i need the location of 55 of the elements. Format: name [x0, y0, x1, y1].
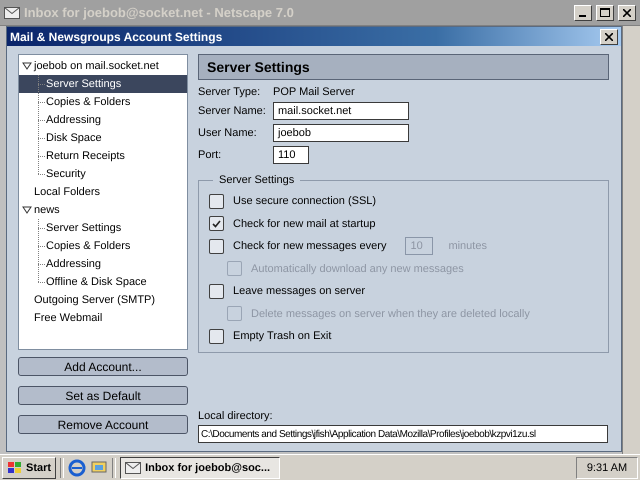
account-button[interactable]: Add Account... — [18, 357, 188, 376]
clock: 9:31 AM — [576, 456, 638, 478]
checkbox[interactable] — [209, 194, 224, 209]
checkbox-label[interactable]: Empty Trash on Exit — [233, 330, 332, 342]
account-button[interactable]: Remove Account — [18, 415, 188, 434]
tree-item[interactable]: Copies & Folders — [19, 93, 187, 111]
checkbox[interactable] — [209, 284, 224, 299]
tree-item[interactable]: Local Folders — [19, 183, 187, 201]
start-button[interactable]: Start — [2, 456, 56, 478]
tree-item[interactable]: Disk Space — [19, 129, 187, 147]
maximize-icon[interactable] — [596, 4, 614, 20]
envelope-icon — [125, 462, 142, 474]
field-label: Port: — [198, 149, 222, 161]
envelope-icon — [4, 6, 20, 18]
group-title: Server Settings — [218, 174, 296, 186]
checkbox[interactable] — [209, 238, 224, 254]
minimize-icon[interactable] — [574, 4, 592, 20]
text-field[interactable]: joebob — [273, 124, 409, 142]
tree-item[interactable]: Addressing — [19, 111, 187, 129]
checkbox[interactable] — [209, 328, 224, 344]
port-field[interactable]: 110 — [273, 146, 309, 164]
tree-item[interactable]: Return Receipts — [19, 147, 187, 165]
unit-label: minutes — [448, 240, 487, 252]
directory-field[interactable]: C:\Documents and Settings\jfish\Application Data\Mozilla\Profiles\joebob\kzpvi1zu.sl — [198, 425, 608, 443]
tree-item[interactable]: Server Settings — [19, 219, 187, 237]
panel-header: Server Settings — [198, 54, 609, 80]
text-field[interactable]: mail.socket.net — [273, 102, 409, 120]
close-icon[interactable] — [618, 4, 636, 20]
checkbox-label[interactable]: Check for new messages every — [233, 240, 386, 252]
tree-item[interactable]: Outgoing Server (SMTP) — [19, 291, 187, 309]
checkbox[interactable] — [209, 216, 224, 232]
field-label: User Name: — [198, 127, 258, 139]
taskbar-button[interactable]: Inbox for joebob@soc... — [120, 456, 280, 478]
tree-item[interactable]: Addressing — [19, 255, 187, 273]
tree-item[interactable]: news — [19, 201, 187, 219]
expander-icon[interactable] — [22, 206, 32, 214]
close-icon[interactable] — [600, 28, 618, 44]
checkbox-label[interactable]: Check for new mail at startup — [233, 218, 376, 230]
tree-item[interactable]: joebob on mail.socket.net — [19, 57, 187, 75]
field-label: Server Name: — [198, 105, 267, 117]
flag-icon — [7, 460, 23, 474]
tree-item[interactable]: Free Webmail — [19, 309, 187, 327]
tree-item[interactable]: Offline & Disk Space — [19, 273, 187, 291]
field-label: Server Type: — [198, 86, 262, 98]
checkbox-label[interactable]: Leave messages on server — [233, 285, 366, 298]
field-label: Local directory: — [198, 410, 274, 422]
account-button[interactable]: Set as Default — [18, 386, 188, 405]
tree-item[interactable]: Server Settings — [19, 75, 187, 93]
server-type-value: POP Mail Server — [273, 86, 356, 98]
check-icon — [212, 220, 221, 228]
expander-icon[interactable] — [22, 62, 32, 70]
tree-item[interactable]: Copies & Folders — [19, 237, 187, 255]
dialog-title: Mail & Newsgroups Account Settings — [10, 30, 224, 44]
tree-item[interactable]: Security — [19, 165, 187, 183]
checkbox-label[interactable]: Use secure connection (SSL) — [233, 195, 376, 208]
